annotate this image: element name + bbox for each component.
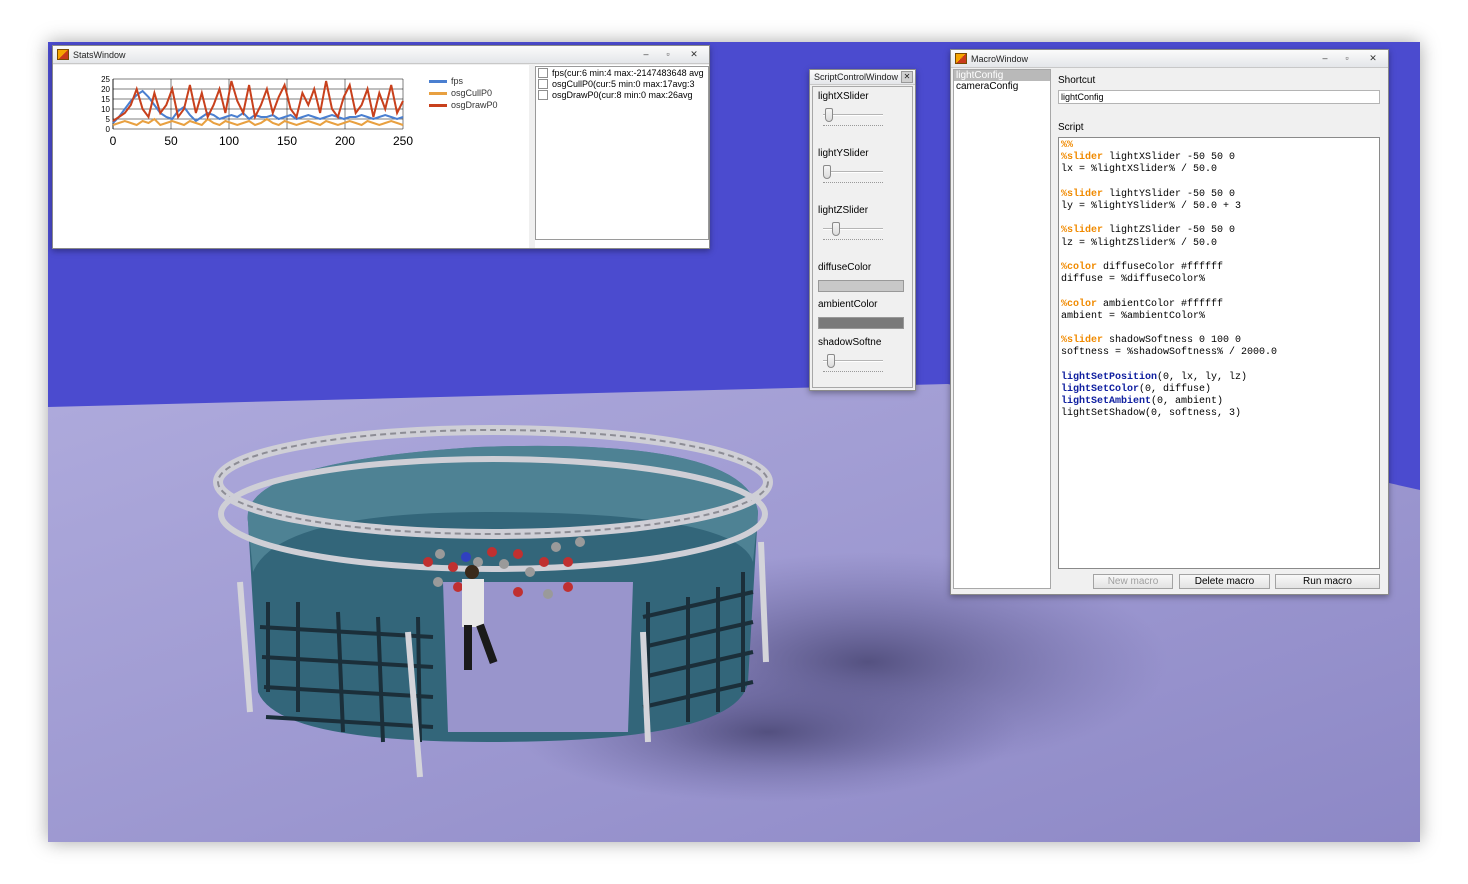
script-line: %color diffuseColor #ffffff (1061, 262, 1224, 274)
slider-label-lightz: lightZSlider (818, 205, 869, 216)
script-line: ambient = %ambientColor% (1061, 310, 1206, 322)
slider-thumb-shadowsoftness[interactable] (827, 354, 836, 368)
script-line (1061, 250, 1377, 262)
y-tick-label: 5 (106, 115, 111, 124)
stat-checkbox[interactable] (538, 89, 548, 100)
script-line (1061, 323, 1377, 335)
script-line (1061, 360, 1377, 372)
y-tick-label: 25 (101, 75, 110, 84)
x-tick-label: 50 (164, 134, 178, 148)
slider-track-lighty[interactable] (823, 171, 883, 173)
slider-label-shadowsoftness: shadowSoftne (818, 337, 882, 348)
script-line: diffuse = %diffuseColor% (1061, 274, 1206, 286)
stat-list[interactable]: fps(cur:6 min:4 max:-2147483648 avg osgC… (535, 66, 709, 240)
close-button[interactable]: ✕ (679, 48, 709, 62)
x-tick-label: 100 (219, 134, 239, 148)
script-control-window[interactable]: ScriptControlWindow ✕ lightXSlider light… (809, 69, 916, 391)
legend-item-osgdrawp0: osgDrawP0 (429, 99, 498, 111)
y-tick-label: 10 (101, 105, 110, 114)
script-line: ly = %lightYSlider% / 50.0 + 3 (1061, 201, 1242, 213)
run-macro-button[interactable]: Run macro (1275, 574, 1380, 589)
maximize-button[interactable]: ▫ (657, 48, 679, 62)
color-swatch-ambient[interactable] (818, 317, 904, 329)
y-tick-label: 0 (106, 125, 111, 134)
chart-legend: fps osgCullP0 osgDrawP0 (429, 75, 498, 111)
script-line: lightSetShadow(0, softness, 3) (1061, 408, 1242, 420)
stat-checkbox[interactable] (538, 78, 548, 89)
shortcut-label: Shortcut (1058, 75, 1096, 86)
slider-thumb-lightz[interactable] (831, 222, 840, 236)
list-item-cameraconfig[interactable]: cameraConfig (954, 81, 1050, 92)
script-line (1061, 177, 1377, 189)
delete-macro-button[interactable]: Delete macro (1179, 574, 1270, 589)
x-tick-label: 250 (393, 134, 413, 148)
script-line: softness = %shadowSoftness% / 2000.0 (1061, 347, 1278, 359)
slider-thumb-lighty[interactable] (823, 165, 831, 179)
legend-item-fps: fps (429, 75, 498, 87)
close-button[interactable]: ✕ (1358, 52, 1388, 66)
y-tick-label: 15 (101, 95, 110, 104)
y-tick-label: 20 (101, 85, 110, 94)
color-label-ambient: ambientColor (818, 299, 878, 310)
macro-title: MacroWindow (971, 53, 1029, 64)
minimize-button[interactable]: – (1314, 52, 1336, 66)
x-tick-label: 150 (277, 134, 297, 148)
series-line-osgcullp0 (112, 117, 404, 127)
script-control-titlebar[interactable]: ScriptControlWindow ✕ (810, 70, 915, 85)
stat-checkbox[interactable] (538, 67, 548, 78)
slider-thumb-lightx[interactable] (825, 108, 834, 122)
3d-viewport[interactable]: StatsWindow – ▫ ✕ 25 20 15 10 5 0 0 50 100 150 200… (48, 42, 1420, 842)
script-line: lz = %lightZSlider% / 50.0 (1061, 237, 1218, 249)
script-line (1061, 213, 1377, 225)
color-label-diffuse: diffuseColor (818, 262, 872, 273)
script-label: Script (1058, 122, 1084, 133)
color-swatch-diffuse[interactable] (818, 280, 904, 292)
script-line: %% (1061, 140, 1074, 151)
script-line: %color ambientColor #ffffff (1061, 298, 1224, 310)
script-line: lx = %lightXSlider% / 50.0 (1061, 164, 1218, 176)
script-line: lightSetColor(0, diffuse) (1061, 384, 1212, 396)
app-icon (955, 53, 967, 64)
legend-item-osgcullp0: osgCullP0 (429, 87, 498, 99)
script-control-title: ScriptControlWindow (814, 72, 899, 82)
list-item-lightconfig[interactable]: lightConfig (954, 70, 1050, 81)
maximize-button[interactable]: ▫ (1336, 52, 1358, 66)
slider-label-lightx: lightXSlider (818, 91, 869, 102)
script-line: %slider lightXSlider -50 50 0 (1061, 152, 1236, 164)
minimize-button[interactable]: – (635, 48, 657, 62)
macro-window[interactable]: MacroWindow – ▫ ✕ lightConfig cameraConf… (950, 49, 1389, 595)
app-icon (57, 49, 69, 60)
x-tick-label: 200 (335, 134, 355, 148)
stats-title: StatsWindow (73, 49, 126, 60)
stat-row-osgcullp0[interactable]: osgCullP0(cur:5 min:0 max:17avg:3 (536, 78, 708, 89)
macro-titlebar[interactable]: MacroWindow – ▫ ✕ (951, 50, 1388, 68)
stat-row-osgdrawp0[interactable]: osgDrawP0(cur:8 min:0 max:26avg (536, 89, 708, 100)
script-line: lightSetPosition(0, lx, ly, lz) (1061, 371, 1248, 383)
script-line (1061, 286, 1377, 298)
script-line: lightSetAmbient(0, ambient) (1061, 396, 1224, 408)
script-editor[interactable]: %% %slider lightXSlider -50 50 0 lx = %lig… (1058, 137, 1380, 569)
script-line: %slider lightYSlider -50 50 0 (1061, 188, 1236, 200)
shortcut-input[interactable]: lightConfig (1058, 90, 1380, 104)
close-button[interactable]: ✕ (901, 71, 913, 83)
script-line: %slider lightZSlider -50 50 0 (1061, 225, 1236, 237)
stats-titlebar[interactable]: StatsWindow – ▫ ✕ (53, 46, 709, 64)
stat-row-fps[interactable]: fps(cur:6 min:4 max:-2147483648 avg (536, 67, 708, 78)
macro-list[interactable]: lightConfig cameraConfig (953, 69, 1051, 589)
new-macro-button[interactable]: New macro (1093, 574, 1173, 589)
script-line: %slider shadowSoftness 0 100 0 (1061, 335, 1242, 347)
x-tick-label: 0 (110, 134, 117, 148)
stats-chart: 25201510500 50 100 150 200 250 (101, 75, 413, 148)
slider-label-lighty: lightYSlider (818, 148, 869, 159)
stats-window[interactable]: StatsWindow – ▫ ✕ 25 20 15 10 5 0 0 50 100 150 200… (52, 45, 710, 249)
